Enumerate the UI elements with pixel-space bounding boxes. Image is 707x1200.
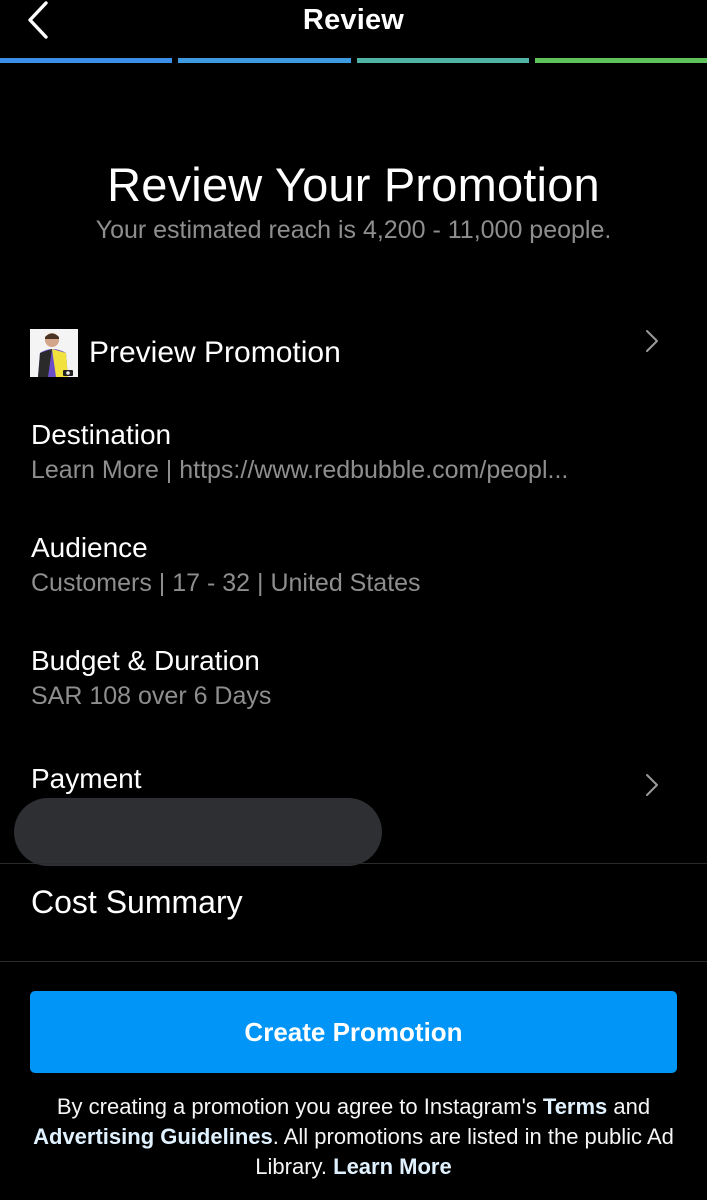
review-heading: Review Your Promotion <box>107 158 600 211</box>
progress-step-2 <box>178 58 351 63</box>
budget-duration-label: Budget & Duration <box>31 645 260 676</box>
audience-value: Customers | 17 - 32 | United States <box>31 569 421 597</box>
legal-text: By creating a promotion you agree to Ins… <box>56 1094 543 1119</box>
step-progress-bar <box>0 58 707 63</box>
advertising-guidelines-link[interactable]: Advertising Guidelines <box>33 1124 273 1149</box>
preview-promotion-row[interactable]: Preview Promotion <box>0 320 707 390</box>
budget-duration-value: SAR 108 over 6 Days <box>31 682 272 710</box>
learn-more-link[interactable]: Learn More <box>333 1154 452 1179</box>
audience-label: Audience <box>31 532 148 563</box>
header-bar: Review <box>0 0 707 58</box>
divider <box>0 863 707 864</box>
redacted-payment-method <box>14 798 382 866</box>
legal-text: . All promotions are listed in the publi… <box>255 1124 674 1179</box>
chevron-right-icon <box>640 770 664 800</box>
legal-disclaimer: By creating a promotion you agree to Ins… <box>20 1092 687 1182</box>
terms-link[interactable]: Terms <box>543 1094 607 1119</box>
budget-duration-row[interactable]: Budget & Duration SAR 108 over 6 Days <box>0 636 707 726</box>
audience-row[interactable]: Audience Customers | 17 - 32 | United St… <box>0 523 707 613</box>
chevron-right-icon <box>640 326 664 356</box>
cost-summary-heading[interactable]: Cost Summary <box>31 884 243 921</box>
payment-label: Payment <box>31 763 142 794</box>
progress-step-4 <box>534 58 707 63</box>
progress-step-1 <box>0 58 173 63</box>
destination-value: Learn More | https://www.redbubble.com/p… <box>31 456 569 484</box>
promotion-thumbnail <box>30 329 78 377</box>
divider <box>0 961 707 962</box>
destination-row[interactable]: Destination Learn More | https://www.red… <box>0 410 707 500</box>
page-title: Review <box>302 4 405 36</box>
preview-promotion-label: Preview Promotion <box>89 336 341 369</box>
create-promotion-button[interactable]: Create Promotion <box>30 991 677 1073</box>
legal-text: and <box>607 1094 651 1119</box>
estimated-reach-text: Your estimated reach is 4,200 - 11,000 p… <box>95 216 612 244</box>
progress-step-3 <box>356 58 529 63</box>
destination-label: Destination <box>31 419 172 450</box>
